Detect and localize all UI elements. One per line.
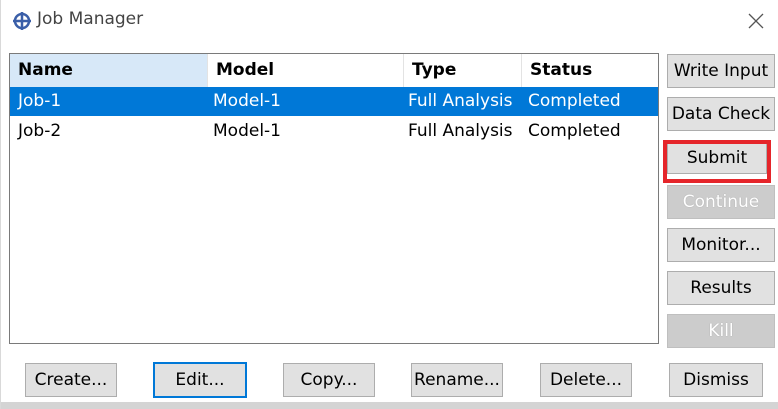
column-header-name[interactable]: Name bbox=[10, 54, 208, 87]
job-table: Name Model Type Status Job-1 Model-1 Ful… bbox=[9, 53, 659, 344]
close-icon bbox=[748, 13, 764, 29]
kill-button[interactable]: Kill bbox=[667, 314, 775, 348]
title-bar: Job Manager bbox=[1, 0, 778, 40]
write-input-button[interactable]: Write Input bbox=[667, 54, 775, 88]
table-row[interactable]: Job-1 Model-1 Full Analysis Completed bbox=[10, 87, 658, 116]
continue-button[interactable]: Continue bbox=[667, 185, 775, 219]
column-header-type[interactable]: Type bbox=[404, 54, 522, 87]
row-model: Model-1 bbox=[213, 91, 281, 111]
column-header-status[interactable]: Status bbox=[522, 54, 658, 87]
job-manager-window: Job Manager Name Model Type Status Job-1… bbox=[0, 0, 778, 409]
row-status: Completed bbox=[528, 121, 621, 141]
row-job-name: Job-2 bbox=[18, 121, 62, 141]
dismiss-button[interactable]: Dismiss bbox=[669, 363, 763, 397]
rename-button[interactable]: Rename... bbox=[411, 363, 503, 397]
delete-button[interactable]: Delete... bbox=[540, 363, 632, 397]
table-row[interactable]: Job-2 Model-1 Full Analysis Completed bbox=[10, 117, 658, 146]
copy-button[interactable]: Copy... bbox=[283, 363, 375, 397]
row-status: Completed bbox=[528, 91, 621, 111]
row-type: Full Analysis bbox=[408, 91, 513, 111]
window-title: Job Manager bbox=[37, 9, 144, 29]
row-job-name: Job-1 bbox=[18, 91, 62, 111]
background-strip bbox=[1, 402, 778, 409]
column-header-model[interactable]: Model bbox=[208, 54, 404, 87]
results-button[interactable]: Results bbox=[667, 271, 775, 305]
row-model: Model-1 bbox=[213, 121, 281, 141]
monitor-button[interactable]: Monitor... bbox=[667, 228, 775, 262]
row-type: Full Analysis bbox=[408, 121, 513, 141]
data-check-button[interactable]: Data Check bbox=[667, 97, 775, 131]
table-header: Name Model Type Status bbox=[10, 54, 658, 87]
edit-button[interactable]: Edit... bbox=[153, 362, 247, 398]
submit-button[interactable]: Submit bbox=[667, 142, 767, 174]
create-button[interactable]: Create... bbox=[25, 363, 117, 397]
close-button[interactable] bbox=[743, 8, 769, 34]
abaqus-crosshair-icon bbox=[13, 12, 31, 30]
